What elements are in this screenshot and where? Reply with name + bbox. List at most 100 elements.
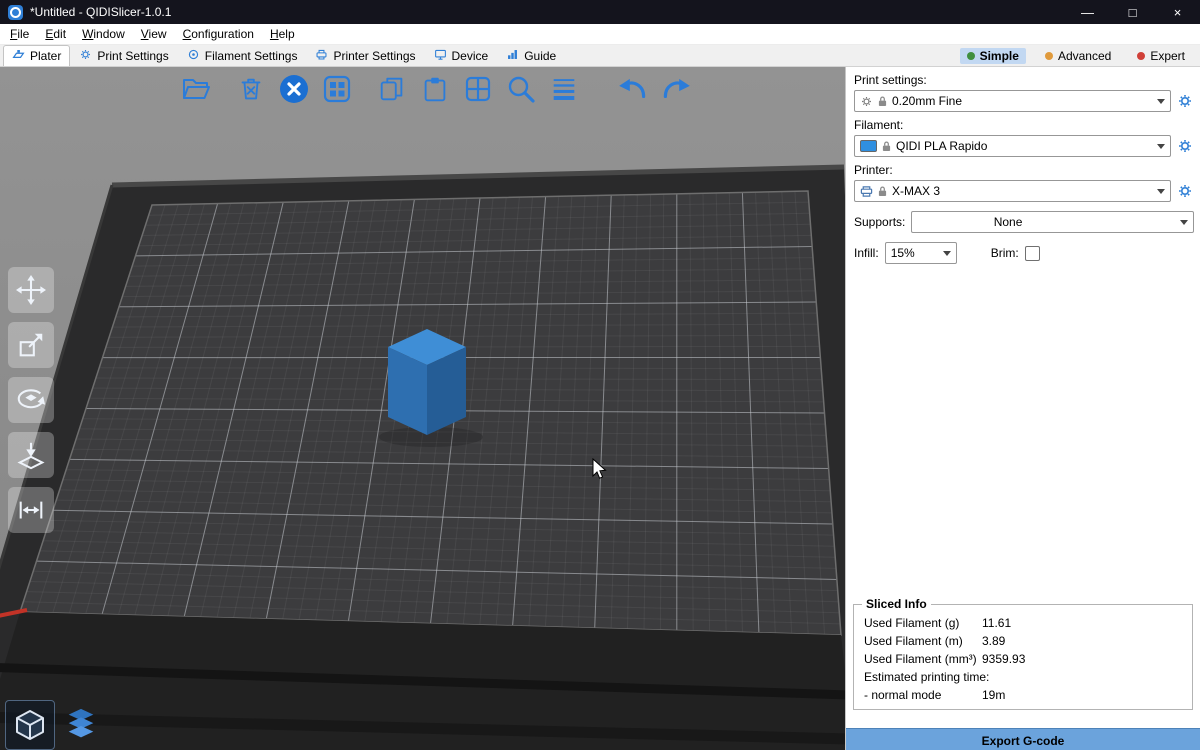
mode-simple[interactable]: Simple: [960, 48, 1026, 64]
chevron-down-icon: [1157, 189, 1165, 194]
model-cube[interactable]: [388, 329, 466, 435]
split-button[interactable]: [460, 71, 496, 107]
3d-editor-view-button[interactable]: [6, 701, 54, 749]
printer-gear-button[interactable]: [1176, 181, 1194, 201]
lock-icon: [878, 186, 887, 197]
open-folder-icon: [180, 73, 212, 105]
tab-filament-settings[interactable]: Filament Settings: [178, 45, 307, 66]
sliced-info-row: Used Filament (m) 3.89: [854, 632, 1192, 650]
menu-file[interactable]: File: [2, 24, 37, 44]
brim-checkbox[interactable]: [1025, 246, 1040, 261]
tab-guide[interactable]: Guide: [497, 45, 565, 66]
print-bed-scene: [0, 67, 845, 750]
menu-window[interactable]: Window: [74, 24, 133, 44]
expert-dot-icon: [1137, 52, 1145, 60]
window-title: *Untitled - QIDISlicer-1.0.1: [30, 5, 171, 19]
layer-height-icon: [549, 74, 579, 104]
arrange-button[interactable]: [319, 71, 355, 107]
cube-view-icon: [13, 708, 47, 742]
measure-gizmo-button[interactable]: [8, 487, 54, 533]
minimize-button[interactable]: —: [1065, 0, 1110, 24]
lock-icon: [882, 141, 891, 152]
sliced-info-row: Used Filament (g) 11.61: [854, 614, 1192, 632]
place-on-face-gizmo-button[interactable]: [8, 432, 54, 478]
rotate-gizmo-button[interactable]: [8, 377, 54, 423]
viewport-toolbar: [178, 71, 694, 107]
settings-sidebar: Print settings: 0.20mm Fine Filament: QI…: [845, 67, 1200, 750]
simple-dot-icon: [967, 52, 975, 60]
filament-spool-icon: [187, 48, 200, 64]
filament-color-swatch: [860, 140, 877, 152]
print-settings-gear-button[interactable]: [1176, 91, 1194, 111]
mode-advanced[interactable]: Advanced: [1038, 48, 1118, 64]
filament-combo[interactable]: QIDI PLA Rapido: [854, 135, 1171, 157]
gear-icon: [1177, 138, 1193, 154]
search-icon: [505, 73, 537, 105]
open-file-button[interactable]: [178, 71, 214, 107]
mode-expert[interactable]: Expert: [1130, 48, 1192, 64]
maximize-button[interactable]: □: [1110, 0, 1155, 24]
mode-selector: Simple Advanced Expert: [960, 45, 1192, 66]
export-gcode-button[interactable]: Export G-code: [846, 728, 1200, 750]
sliced-info-panel: Sliced Info Used Filament (g) 11.61 Used…: [853, 604, 1193, 710]
move-gizmo-button[interactable]: [8, 267, 54, 313]
titlebar: *Untitled - QIDISlicer-1.0.1 — □ ×: [0, 0, 1200, 24]
delete-button[interactable]: [233, 71, 269, 107]
sliced-info-title: Sliced Info: [862, 597, 931, 611]
tab-print-settings[interactable]: Print Settings: [70, 45, 177, 66]
move-icon: [16, 275, 46, 305]
supports-label: Supports:: [854, 215, 905, 229]
view-switch: [6, 701, 105, 749]
print-settings-label: Print settings:: [854, 73, 1192, 87]
menu-edit[interactable]: Edit: [37, 24, 74, 44]
plater-icon: [12, 48, 25, 64]
qidislicer-window: *Untitled - QIDISlicer-1.0.1 — □ × File …: [0, 0, 1200, 750]
chevron-down-icon: [1157, 99, 1165, 104]
copy-icon: [377, 74, 407, 104]
variable-layer-height-button[interactable]: [546, 71, 582, 107]
sliced-info-row: Used Filament (mm³) 9359.93: [854, 650, 1192, 668]
preview-layers-button[interactable]: [57, 701, 105, 749]
menu-configuration[interactable]: Configuration: [175, 24, 262, 44]
delete-all-button[interactable]: [276, 71, 312, 107]
filament-gear-button[interactable]: [1176, 136, 1194, 156]
paste-icon: [420, 74, 450, 104]
redo-icon: [659, 72, 693, 106]
copy-button[interactable]: [374, 71, 410, 107]
paste-button[interactable]: [417, 71, 453, 107]
undo-icon: [616, 72, 650, 106]
scale-gizmo-button[interactable]: [8, 322, 54, 368]
close-button[interactable]: ×: [1155, 0, 1200, 24]
app-logo-icon: [8, 5, 23, 20]
printer-combo[interactable]: X-MAX 3: [854, 180, 1171, 202]
lock-icon: [878, 96, 887, 107]
tab-printer-settings[interactable]: Printer Settings: [306, 45, 424, 66]
tab-plater[interactable]: Plater: [3, 45, 70, 66]
supports-combo[interactable]: None: [911, 211, 1194, 233]
bar-chart-icon: [506, 48, 519, 64]
gizmo-toolbar: [8, 267, 54, 533]
printer-icon: [860, 185, 873, 198]
infill-combo[interactable]: 15%: [885, 242, 957, 264]
arrange-icon: [321, 73, 353, 105]
tab-device[interactable]: Device: [425, 45, 498, 66]
printer-label: Printer:: [854, 163, 1192, 177]
3d-viewport[interactable]: [0, 67, 845, 750]
sliced-info-row: Estimated printing time:: [854, 668, 1192, 686]
layers-stack-icon: [63, 707, 99, 743]
gear-icon: [1177, 183, 1193, 199]
print-settings-combo[interactable]: 0.20mm Fine: [854, 90, 1171, 112]
undo-button[interactable]: [615, 71, 651, 107]
menubar: File Edit Window View Configuration Help: [0, 24, 1200, 45]
redo-button[interactable]: [658, 71, 694, 107]
menu-view[interactable]: View: [133, 24, 175, 44]
gear-icon: [1177, 93, 1193, 109]
rotate-icon: [16, 385, 46, 415]
delete-all-icon: [278, 73, 310, 105]
advanced-dot-icon: [1045, 52, 1053, 60]
menu-help[interactable]: Help: [262, 24, 303, 44]
search-button[interactable]: [503, 71, 539, 107]
chevron-down-icon: [1157, 144, 1165, 149]
brim-label: Brim:: [991, 246, 1019, 260]
measure-icon: [16, 495, 46, 525]
